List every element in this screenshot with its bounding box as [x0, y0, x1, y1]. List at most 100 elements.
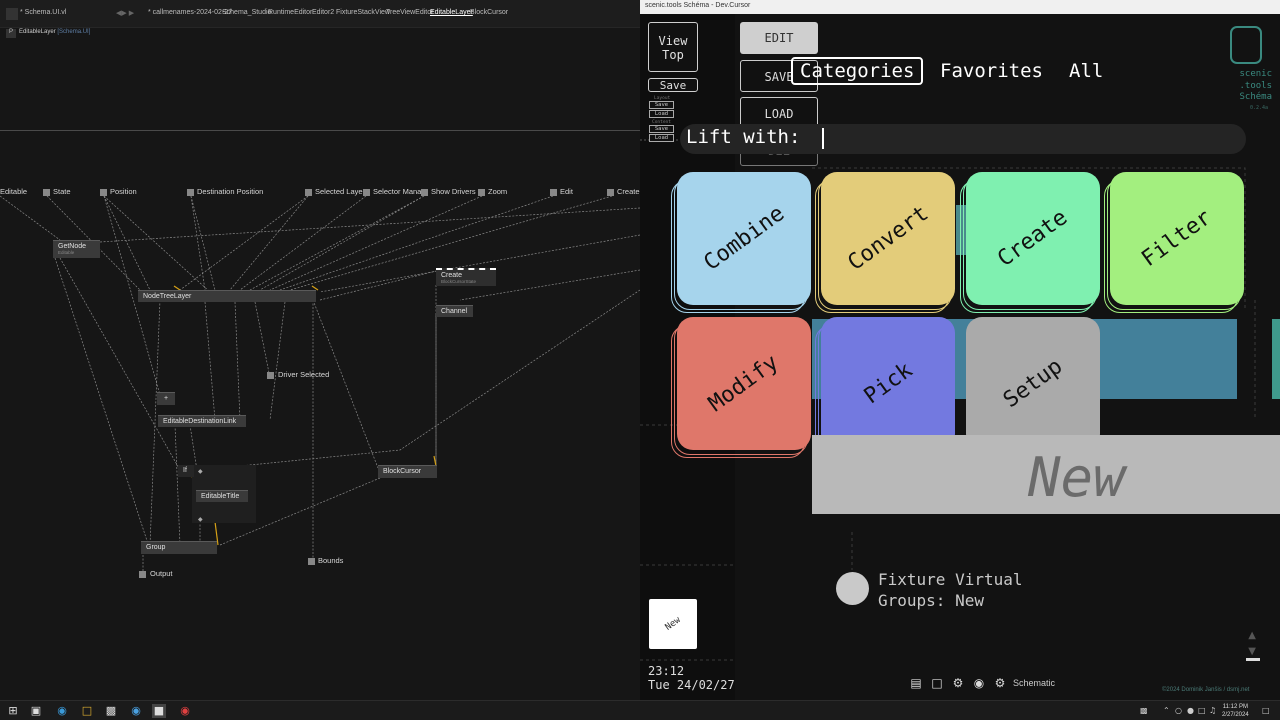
logo-version: 0.2.4a — [1249, 105, 1268, 111]
tray-clock[interactable]: 11:12 PM 2/27/2024 — [1222, 703, 1249, 719]
tile-filter-label: Filter — [1137, 205, 1217, 272]
volume-icon[interactable]: ♫ — [1209, 706, 1216, 715]
scroll-down-icon[interactable]: ▼ — [1248, 646, 1256, 657]
node-editable-title[interactable]: EditableTitle — [196, 490, 248, 502]
network-icon[interactable]: □ — [1198, 706, 1206, 715]
node-editable-destination-link[interactable]: EditableDestinationLink — [158, 415, 246, 427]
content-save-button[interactable]: Save — [649, 125, 674, 133]
fixture-line1: Fixture Virtual — [878, 570, 1023, 589]
pin-selector-manager-label: Selector Mana — [373, 187, 422, 196]
pin-state[interactable] — [43, 189, 50, 196]
vvvv-patch-window: * Schema.UI.vl ◀▶ ▶ * callmenames-2024-0… — [0, 0, 640, 700]
node-plus[interactable]: + — [157, 392, 175, 405]
pin-position-label: Position — [110, 187, 137, 196]
node-block-cursor[interactable]: BlockCursor — [378, 465, 437, 478]
tile-modify[interactable]: Modify — [677, 317, 811, 450]
tile-combine-label: Combine — [699, 201, 789, 276]
pin-selected-layer-label: Selected Layer — [315, 187, 366, 196]
tray-chevron-icon[interactable]: ⌃ — [1163, 706, 1170, 715]
clock-time: 23:12 — [648, 664, 685, 678]
pin-selected-layer[interactable] — [305, 189, 312, 196]
keyboard-icon[interactable]: ▩ — [1140, 706, 1148, 715]
tray-time: 11:12 PM — [1222, 704, 1248, 710]
mic-icon[interactable]: ● — [1187, 706, 1194, 715]
pin-show-drivers-label: Show Drivers — [431, 187, 476, 196]
bg-block-edge — [1272, 319, 1280, 399]
tab-categories[interactable]: Categories — [791, 57, 924, 85]
pin-zoom[interactable] — [478, 189, 485, 196]
patch-wires — [0, 195, 640, 575]
edge-browser-icon[interactable]: ◉ — [55, 704, 69, 718]
settings-icon[interactable]: ⚙ — [992, 677, 1008, 689]
tile-pick[interactable]: Pick — [821, 317, 955, 450]
logo-line3: Schéma — [1239, 92, 1272, 102]
node-getnode-label: GetNode — [58, 243, 87, 250]
tray-app-icon[interactable]: ○ — [1175, 706, 1182, 715]
tile-setup[interactable]: Setup — [966, 317, 1100, 450]
layout-save-button[interactable]: Save — [649, 101, 674, 109]
sidebar-save-button[interactable]: Save — [648, 78, 698, 92]
pin-destination-position[interactable] — [187, 189, 194, 196]
app-icon[interactable]: ◉ — [129, 704, 143, 718]
text-caret — [822, 128, 824, 149]
tile-filter[interactable]: Filter — [1110, 172, 1244, 305]
comment-icon[interactable]: □ — [929, 677, 945, 689]
if-diamond-icon: ◆ — [198, 468, 203, 475]
pin-create[interactable] — [607, 189, 614, 196]
scroll-handle[interactable] — [1246, 658, 1260, 661]
book-icon[interactable]: ▤ — [908, 677, 924, 689]
windows-start-icon[interactable]: ⊞ — [6, 704, 20, 718]
pin-driver-selected[interactable] — [267, 372, 274, 379]
pin-state-label: State — [53, 187, 71, 196]
pin-driver-selected-label: Driver Selected — [278, 370, 330, 379]
node-create-sublabel: BlockCursorState — [441, 279, 477, 284]
layout-load-button[interactable]: Load — [649, 110, 674, 118]
pin-show-drivers[interactable] — [421, 189, 428, 196]
edit-button[interactable]: EDIT — [740, 22, 818, 54]
tab-favorites[interactable]: Favorites — [940, 60, 1043, 82]
notification-icon[interactable]: □ — [1262, 706, 1270, 715]
fixture-label: Fixture Virtual Groups: New — [878, 569, 1023, 611]
view-top-button[interactable]: View Top — [648, 22, 698, 72]
pin-output[interactable] — [139, 571, 146, 578]
task-view-icon[interactable]: ▣ — [29, 704, 43, 718]
pin-position[interactable] — [100, 189, 107, 196]
pin-bounds-label: Bounds — [318, 556, 344, 565]
node-getnode-sublabel: Editable — [58, 250, 75, 255]
record-app-icon[interactable]: ◉ — [178, 704, 192, 718]
tile-modify-label: Modify — [704, 350, 784, 417]
content-load-button[interactable]: Load — [649, 134, 674, 142]
pin-selector-manager[interactable] — [363, 189, 370, 196]
pin-bounds[interactable] — [308, 558, 315, 565]
tile-setup-label: Setup — [998, 353, 1068, 414]
new-card[interactable]: New — [649, 599, 697, 649]
node-nodetreelayer[interactable]: NodeTreeLayer — [138, 290, 316, 302]
scroll-up-icon[interactable]: ▲ — [1248, 630, 1256, 641]
pin-create-label: Create — [617, 187, 640, 196]
tile-combine[interactable]: Combine — [677, 172, 811, 305]
tile-convert[interactable]: Convert — [821, 172, 955, 305]
vvvv-app-icon[interactable]: ■ — [152, 704, 166, 718]
pin-editable-label: Editable — [0, 187, 28, 196]
pin-destination-position-label: Destination Position — [197, 187, 264, 196]
node-getnode[interactable]: GetNode Editable — [53, 240, 100, 258]
schema-icon[interactable]: ◉ — [971, 677, 987, 689]
clock-date: Tue 24/02/27 — [648, 678, 735, 692]
tab-all[interactable]: All — [1069, 60, 1103, 82]
node-create[interactable]: Create BlockCursorState — [436, 268, 496, 286]
fixture-node-dot[interactable] — [836, 572, 869, 605]
tile-pick-label: Pick — [859, 357, 917, 410]
schematic-label[interactable]: Schematic — [1013, 678, 1055, 688]
pin-edit[interactable] — [550, 189, 557, 196]
schema-logo-icon — [1230, 26, 1262, 64]
terminal-icon[interactable]: ▩ — [104, 704, 118, 718]
tile-create-label: Create — [993, 205, 1073, 272]
node-channel[interactable]: Channel — [436, 305, 473, 317]
node-group[interactable]: Group — [141, 541, 217, 554]
node-if[interactable]: If — [178, 465, 194, 477]
gear-icon[interactable]: ⚙ — [950, 677, 966, 689]
logo-line1: scenic — [1239, 69, 1272, 79]
node-create-label: Create — [441, 272, 463, 279]
tile-create[interactable]: Create — [966, 172, 1100, 305]
file-explorer-icon[interactable]: □ — [80, 704, 94, 718]
